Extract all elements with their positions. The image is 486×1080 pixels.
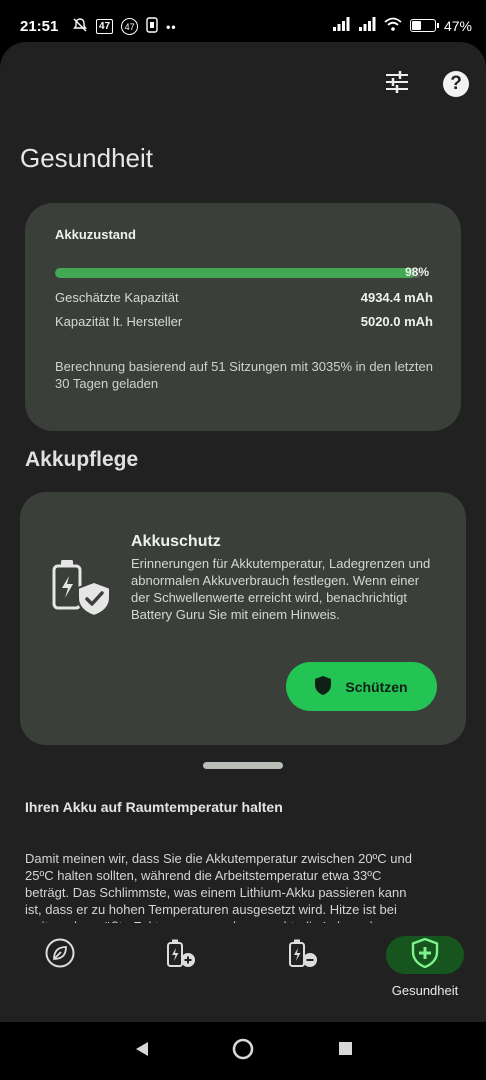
health-progress-bar bbox=[55, 268, 422, 278]
more-dots-icon: •• bbox=[166, 19, 177, 34]
nav-item-charging[interactable] bbox=[121, 924, 241, 1022]
signal-icon-2 bbox=[358, 17, 376, 34]
shield-icon bbox=[315, 675, 332, 698]
home-circle-icon bbox=[232, 1038, 254, 1065]
battery-health-title: Akkuzustand bbox=[55, 227, 136, 242]
health-percent: 98% bbox=[405, 265, 430, 279]
settings-button[interactable] bbox=[379, 66, 415, 102]
system-navigation-bar bbox=[0, 1022, 486, 1080]
rated-capacity-row: Kapazität lt. Hersteller 5020.0 mAh bbox=[55, 314, 433, 329]
signal-icon-1 bbox=[332, 17, 350, 34]
notification-circle-icon: 47 bbox=[121, 18, 139, 35]
back-triangle-icon bbox=[134, 1041, 150, 1062]
pager-handle[interactable] bbox=[203, 762, 283, 769]
status-time: 21:51 bbox=[20, 18, 59, 35]
wifi-icon bbox=[384, 17, 402, 34]
page-title: Gesundheit bbox=[20, 143, 153, 173]
battery-health-card[interactable]: Akkuzustand 98% Geschätzte Kapazität 493… bbox=[25, 203, 461, 431]
nav-icon-wrap bbox=[264, 936, 342, 974]
system-home-button[interactable] bbox=[213, 1022, 273, 1080]
estimated-capacity-value: 4934.4 mAh bbox=[360, 290, 433, 305]
status-right-icons: 47% bbox=[332, 17, 472, 34]
battery-charging-plus-icon bbox=[165, 937, 197, 974]
recents-square-icon bbox=[338, 1041, 353, 1061]
battery-percent: 47% bbox=[443, 17, 472, 34]
system-back-button[interactable] bbox=[112, 1022, 172, 1080]
help-icon: ? bbox=[443, 71, 469, 97]
battery-minus-icon bbox=[287, 937, 319, 974]
status-left-icons: 47 47 •• bbox=[72, 17, 177, 36]
nav-item-discharging[interactable] bbox=[243, 924, 363, 1022]
battery-protection-card[interactable]: Akkuschutz Erinnerungen für Akkutemperat… bbox=[20, 492, 466, 745]
nav-label-health: Gesundheit bbox=[391, 983, 459, 998]
protect-button-label: Schützen bbox=[345, 678, 408, 695]
nav-item-health[interactable]: Gesundheit bbox=[365, 924, 485, 1022]
bottom-navigation: Gesundheit bbox=[0, 924, 486, 1022]
mute-icon bbox=[72, 17, 88, 36]
help-button[interactable]: ? bbox=[438, 66, 474, 102]
nav-icon-wrap bbox=[21, 936, 99, 974]
estimated-capacity-row: Geschätzte Kapazität 4934.4 mAh bbox=[55, 290, 433, 305]
article-body: Damit meinen wir, dass Sie die Akkutempe… bbox=[25, 851, 423, 923]
rated-capacity-label: Kapazität lt. Hersteller bbox=[55, 314, 183, 329]
status-bar: 21:51 47 47 •• 47% bbox=[0, 0, 486, 48]
calculation-note: Berechnung basierend auf 51 Sitzungen mi… bbox=[55, 359, 433, 391]
app-screen: ? Gesundheit Akkuzustand 98% Geschätzte … bbox=[0, 42, 486, 1022]
protection-title: Akkuschutz bbox=[131, 533, 221, 550]
nav-icon-wrap bbox=[386, 936, 464, 974]
battery-shield-icon bbox=[48, 552, 112, 618]
notification-badge-icon: 47 bbox=[96, 19, 114, 34]
battery-icon bbox=[409, 19, 439, 32]
nav-icon-wrap bbox=[142, 936, 220, 974]
section-title-care: Akkupflege bbox=[25, 448, 139, 471]
tune-icon bbox=[385, 70, 409, 98]
health-shield-icon bbox=[411, 937, 439, 973]
nav-item-tips[interactable] bbox=[0, 924, 120, 1022]
leaf-icon bbox=[45, 938, 75, 973]
article-title: Ihren Akku auf Raumtemperatur halten bbox=[25, 799, 283, 815]
protect-button[interactable]: Schützen bbox=[286, 662, 437, 711]
system-recents-button[interactable] bbox=[315, 1022, 375, 1080]
rated-capacity-value: 5020.0 mAh bbox=[360, 314, 433, 329]
health-progress-fill bbox=[55, 268, 415, 278]
app-notification-icon bbox=[146, 17, 158, 36]
battery-level bbox=[411, 21, 422, 30]
protection-description: Erinnerungen für Akkutemperatur, Ladegre… bbox=[131, 556, 431, 622]
estimated-capacity-label: Geschätzte Kapazität bbox=[55, 290, 179, 305]
